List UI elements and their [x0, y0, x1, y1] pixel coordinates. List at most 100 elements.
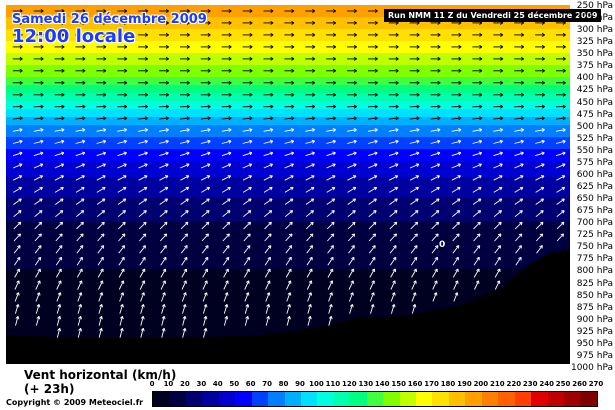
wind-arrow: [12, 151, 23, 157]
wind-arrow: [244, 292, 250, 302]
color-swatch: [317, 392, 334, 406]
wind-arrows: [12, 9, 566, 338]
wind-arrow: [117, 163, 127, 169]
color-scale-bar: [152, 391, 598, 407]
wind-arrow: [348, 292, 354, 302]
wind-arrow: [159, 116, 169, 121]
color-swatch: [235, 392, 252, 406]
wind-arrow: [242, 116, 253, 121]
wind-arrow: [411, 280, 417, 290]
wind-arrow: [118, 245, 126, 254]
wind-arrow: [242, 92, 253, 97]
wind-arrow: [493, 163, 503, 169]
wind-arrow: [35, 280, 41, 290]
pressure-tick-label: 900 hPa: [576, 314, 613, 325]
wind-arrow: [75, 139, 86, 144]
wind-arrow: [180, 186, 190, 193]
color-scale-tick: 150: [391, 380, 406, 388]
wind-arrow: [452, 245, 460, 254]
wind-arrow: [368, 92, 378, 97]
wind-arrow: [451, 116, 462, 121]
wind-arrow: [514, 151, 524, 157]
wind-arrow: [472, 56, 483, 61]
wind-arrow: [368, 21, 378, 25]
color-swatch: [185, 392, 203, 406]
wind-arrow: [138, 151, 148, 157]
wind-arrow: [493, 186, 503, 193]
wind-arrow: [202, 256, 209, 266]
wind-arrow: [200, 92, 211, 97]
wind-arrow: [367, 151, 378, 157]
wind-arrow: [56, 327, 62, 338]
wind-arrow: [430, 151, 441, 157]
wind-arrow: [35, 315, 41, 326]
wind-arrow: [180, 233, 189, 242]
wind-arrow: [430, 80, 441, 85]
wind-arrow: [493, 221, 502, 230]
wind-arrow: [96, 163, 106, 169]
wind-arrow: [305, 116, 316, 121]
wind-arrow: [180, 221, 189, 230]
wind-arrow: [200, 116, 211, 121]
wind-arrow: [430, 186, 440, 193]
pressure-tick-label: 400 hPa: [576, 73, 613, 84]
pressure-tick-label: 875 hPa: [576, 302, 613, 313]
wind-arrow: [12, 80, 23, 85]
wind-arrow: [452, 256, 459, 266]
wind-arrow: [367, 128, 378, 132]
wind-arrow: [179, 104, 190, 109]
wind-arrow: [347, 198, 357, 205]
wind-arrow: [409, 56, 420, 61]
wind-arrow: [285, 245, 293, 254]
wind-arrow: [555, 128, 566, 132]
wind-arrow: [472, 128, 483, 132]
wind-arrow: [117, 68, 128, 73]
wind-arrow: [75, 198, 85, 205]
color-scale-tick: 140: [374, 380, 390, 388]
wind-arrow: [390, 256, 397, 266]
wind-arrow: [410, 233, 418, 242]
wind-arrow: [349, 304, 354, 314]
wind-arrow: [305, 56, 316, 61]
wind-arrow: [242, 80, 253, 85]
color-swatch: [333, 392, 351, 406]
wind-arrow: [305, 104, 316, 109]
wind-arrow: [242, 104, 253, 109]
wind-arrow: [96, 68, 107, 73]
wind-arrow: [556, 44, 566, 49]
wind-arrow: [328, 315, 333, 326]
wind-arrow: [96, 128, 107, 132]
wind-arrow: [263, 68, 274, 73]
wind-arrow: [182, 315, 187, 326]
wind-arrow: [430, 56, 441, 61]
wind-arrow: [451, 175, 461, 181]
wind-arrow: [138, 44, 149, 49]
wind-arrow: [535, 116, 545, 121]
wind-arrow: [140, 327, 145, 338]
wind-arrow: [347, 175, 357, 181]
wind-arrow: [472, 92, 483, 97]
color-scale-tick: 180: [440, 380, 456, 388]
wind-arrow: [76, 245, 84, 254]
wind-arrow: [242, 68, 253, 73]
wind-arrow: [409, 163, 420, 169]
wind-arrow: [223, 315, 229, 326]
wind-arrow: [514, 198, 524, 205]
wind-arrow: [430, 163, 441, 169]
wind-arrow: [368, 32, 378, 37]
copyright-label: Copyright © 2009 Meteociel.fr: [6, 398, 144, 407]
cross-section-plot: [6, 5, 570, 364]
wind-arrow: [347, 80, 357, 85]
wind-arrow: [263, 139, 274, 144]
wind-arrow: [493, 116, 504, 121]
wind-arrow: [77, 304, 83, 314]
wind-arrow: [514, 186, 524, 193]
color-swatch: [251, 392, 269, 406]
wind-arrow: [514, 92, 525, 97]
wind-arrow: [284, 198, 294, 205]
wind-arrow: [284, 186, 294, 193]
wind-arrow: [140, 315, 145, 326]
wind-arrow: [305, 198, 315, 205]
wind-arrow: [535, 221, 544, 230]
wind-arrow: [514, 116, 524, 121]
